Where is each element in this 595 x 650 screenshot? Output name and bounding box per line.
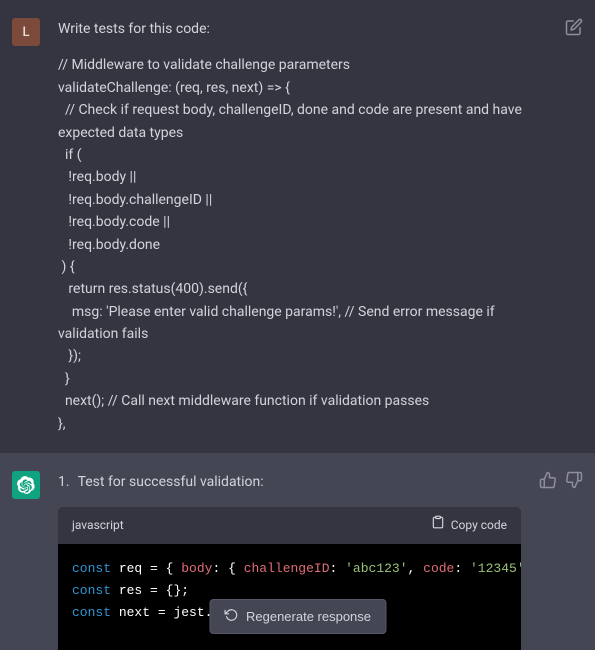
user-message: L Write tests for this code: // Middlewa… xyxy=(0,0,595,453)
regenerate-wrap: Regenerate response xyxy=(209,599,386,634)
tok: challengeID xyxy=(244,561,330,576)
tok: res xyxy=(119,583,142,598)
tok: : xyxy=(454,561,470,576)
avatar-initial: L xyxy=(22,25,29,40)
tok: const xyxy=(72,583,111,598)
tok: = {}; xyxy=(142,583,189,598)
thumbs-down-icon[interactable] xyxy=(565,471,583,489)
copy-code-button[interactable]: Copy code xyxy=(431,515,507,535)
thumbs-up-icon[interactable] xyxy=(539,471,557,489)
tok: : { xyxy=(212,561,243,576)
tok: : xyxy=(330,561,346,576)
user-avatar: L xyxy=(12,18,40,46)
tok: code xyxy=(423,561,454,576)
tok: next xyxy=(119,605,150,620)
user-content: Write tests for this code: // Middleware… xyxy=(58,18,547,435)
tok: body xyxy=(181,561,212,576)
copy-code-label: Copy code xyxy=(451,516,507,535)
regenerate-button[interactable]: Regenerate response xyxy=(209,599,386,634)
regenerate-label: Regenerate response xyxy=(246,609,371,624)
list-text-1: Test for successful validation: xyxy=(78,471,264,493)
tok: = jest. xyxy=(150,605,212,620)
tok: const xyxy=(72,605,111,620)
code-header: javascript Copy code xyxy=(58,507,521,543)
list-item-1: 1. Test for successful validation: xyxy=(58,471,521,493)
tok: '12345' xyxy=(470,561,521,576)
list-num-1: 1. xyxy=(58,471,70,493)
assistant-avatar xyxy=(12,471,40,499)
edit-icon[interactable] xyxy=(565,18,583,36)
code-body: const req = { body: { challengeID: 'abc1… xyxy=(58,544,521,650)
assistant-msg-actions xyxy=(539,471,583,489)
tok: 'abc123' xyxy=(345,561,407,576)
user-code-block: // Middleware to validate challenge para… xyxy=(58,54,547,435)
tok: req xyxy=(119,561,142,576)
tok: , xyxy=(408,561,424,576)
user-msg-actions xyxy=(565,18,583,36)
code-lang-label: javascript xyxy=(72,516,124,535)
user-prompt-line: Write tests for this code: xyxy=(58,18,547,40)
tok: = { xyxy=(142,561,181,576)
refresh-icon xyxy=(224,608,238,625)
clipboard-icon xyxy=(431,515,445,535)
tok: const xyxy=(72,561,111,576)
